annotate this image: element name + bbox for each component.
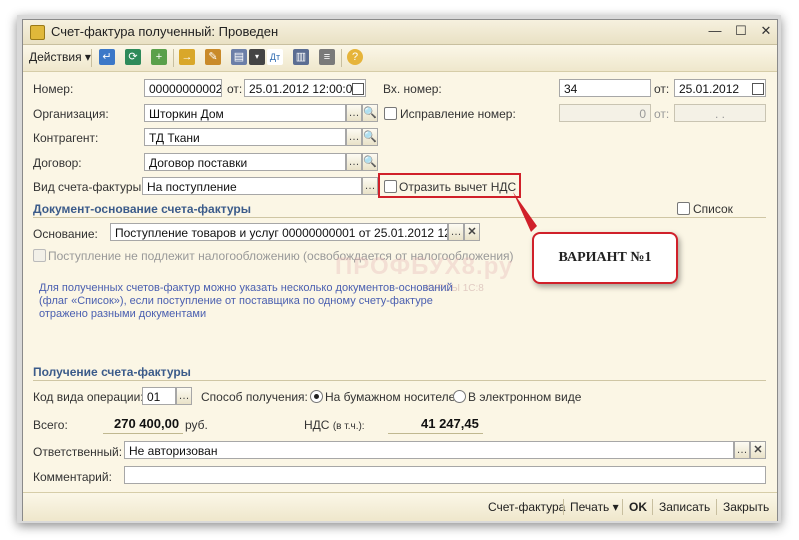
select-button[interactable]: … (346, 128, 362, 146)
total-underline (103, 433, 183, 434)
clear-icon[interactable]: ✕ (750, 441, 766, 459)
method-label: Способ получения: (201, 390, 308, 404)
list-label: Список (693, 202, 733, 216)
move-icon[interactable]: → (179, 49, 195, 65)
counterparty-label: Контрагент: (33, 131, 99, 145)
select-button[interactable]: … (448, 223, 464, 241)
currency-label: руб. (185, 418, 208, 432)
copy-icon[interactable]: + (151, 49, 167, 65)
variant-callout: ВАРИАНТ №1 (532, 232, 678, 284)
maximize-icon[interactable]: ☐ (733, 23, 749, 39)
open-icon[interactable]: 🔍 (362, 104, 378, 122)
total-value: 270 400,00 (114, 416, 180, 431)
section-divider (33, 380, 766, 381)
toolbar-separator (341, 49, 342, 67)
comment-label: Комментарий: (33, 470, 112, 484)
organization-label: Организация: (33, 107, 109, 121)
select-button[interactable]: … (176, 387, 192, 405)
invoice-type-field[interactable]: На поступление (142, 177, 362, 195)
bottom-separator (716, 499, 717, 515)
electronic-label: В электронном виде (468, 390, 582, 404)
close-button[interactable]: Закрыть (723, 500, 769, 514)
vat-value: 41 247,45 (421, 416, 479, 431)
invoice-button[interactable]: Счет-фактура (488, 500, 565, 514)
basis-field[interactable]: Поступление товаров и услуг 00000000001 … (110, 223, 448, 241)
hint-text: Для полученных счетов-фактур можно указа… (39, 282, 453, 320)
watermark-logo: ПРОФБУХ8.ру (335, 253, 514, 280)
refresh-icon[interactable]: ⟳ (125, 49, 141, 65)
op-code-label: Код вида операции: (33, 390, 144, 404)
receipt-section-title: Получение счета-фактуры (33, 365, 191, 379)
in-number-label: Вх. номер: (383, 82, 442, 96)
help-icon[interactable]: ? (347, 49, 363, 65)
document-journal-icon[interactable]: ▥ (293, 49, 309, 65)
responsible-field[interactable]: Не авторизован (124, 441, 734, 459)
invoice-type-label: Вид счета-фактуры: (33, 180, 145, 194)
ok-button[interactable]: OK (629, 500, 647, 514)
total-label: Всего: (33, 418, 68, 432)
bottom-separator (652, 499, 653, 515)
window-title: Счет-фактура полученный: Проведен (51, 24, 279, 39)
responsible-label: Ответственный: (33, 445, 123, 459)
date-field[interactable]: 25.01.2012 12:00:01 (244, 79, 366, 97)
document-icon (30, 25, 45, 40)
electronic-radio[interactable] (453, 390, 466, 403)
fix-number-label: Исправление номер: (400, 107, 516, 121)
in-number-field[interactable]: 34 (559, 79, 651, 97)
basis-section-title: Документ-основание счета-фактуры (33, 202, 252, 216)
fix-number-checkbox[interactable] (384, 107, 397, 120)
vat-deduction-checkbox[interactable] (384, 180, 397, 193)
minimize-icon[interactable]: — (707, 23, 723, 39)
print-button[interactable]: Печать ▾ (570, 500, 619, 514)
calendar-icon[interactable] (752, 83, 764, 95)
open-icon[interactable]: 🔍 (362, 153, 378, 171)
contract-label: Договор: (33, 156, 82, 170)
vat-deduction-label: Отразить вычет НДС (399, 180, 517, 194)
open-icon[interactable]: 🔍 (362, 128, 378, 146)
invoice-window: Счет-фактура полученный: Проведен — ☐ ✕ … (22, 19, 778, 521)
toolbar-separator (91, 49, 92, 67)
calendar-icon[interactable] (352, 83, 364, 95)
counterparty-field[interactable]: ТД Ткани (144, 128, 346, 146)
structure-icon[interactable]: ▤ (231, 49, 247, 65)
select-button[interactable]: … (346, 153, 362, 171)
close-icon[interactable]: ✕ (758, 23, 774, 39)
select-button[interactable]: … (362, 177, 378, 195)
in-date-from-label: от: (654, 82, 670, 96)
actions-menu[interactable]: Действия ▾ (29, 50, 91, 64)
op-code-field[interactable]: 01 (142, 387, 176, 405)
list-checkbox[interactable] (677, 202, 690, 215)
fix-date-field: . . (674, 104, 766, 122)
fix-number-field: 0 (559, 104, 651, 122)
cancel-post-icon[interactable]: ✎ (205, 49, 221, 65)
post-close-icon[interactable]: ↵ (99, 49, 115, 65)
toolbar: Действия ▾ ↵ ⟳ + → ✎ ▤ ▾ Дт ▥ ≡ ? (23, 45, 777, 72)
clear-icon[interactable]: ✕ (464, 223, 480, 241)
fix-date-from-label: от: (654, 107, 670, 121)
dt-kt-icon[interactable]: Дт (267, 49, 283, 65)
save-button[interactable]: Записать (659, 500, 710, 514)
bottom-separator (563, 499, 564, 515)
dropdown-icon[interactable]: ▾ (249, 49, 265, 65)
toolbar-separator (173, 49, 174, 67)
organization-field[interactable]: Шторкин Дом (144, 104, 346, 122)
bottom-separator (622, 499, 623, 515)
number-field[interactable]: 00000000002 (144, 79, 222, 97)
number-label: Номер: (33, 82, 74, 96)
date-from-label: от: (227, 82, 243, 96)
bottom-bar: Счет-фактура Печать ▾ OK Записать Закрыт… (23, 492, 777, 521)
contract-field[interactable]: Договор поставки (144, 153, 346, 171)
list-icon[interactable]: ≡ (319, 49, 335, 65)
vat-label: НДС (в т.ч.): (304, 418, 365, 432)
basis-label: Основание: (33, 227, 98, 241)
section-divider (33, 217, 766, 218)
comment-field[interactable] (124, 466, 766, 484)
select-button[interactable]: … (734, 441, 750, 459)
title-bar: Счет-фактура полученный: Проведен — ☐ ✕ (23, 20, 777, 45)
select-button[interactable]: … (346, 104, 362, 122)
paper-radio[interactable] (310, 390, 323, 403)
not-taxable-checkbox[interactable] (33, 249, 46, 262)
paper-label: На бумажном носителе (325, 390, 456, 404)
vat-underline (388, 433, 483, 434)
